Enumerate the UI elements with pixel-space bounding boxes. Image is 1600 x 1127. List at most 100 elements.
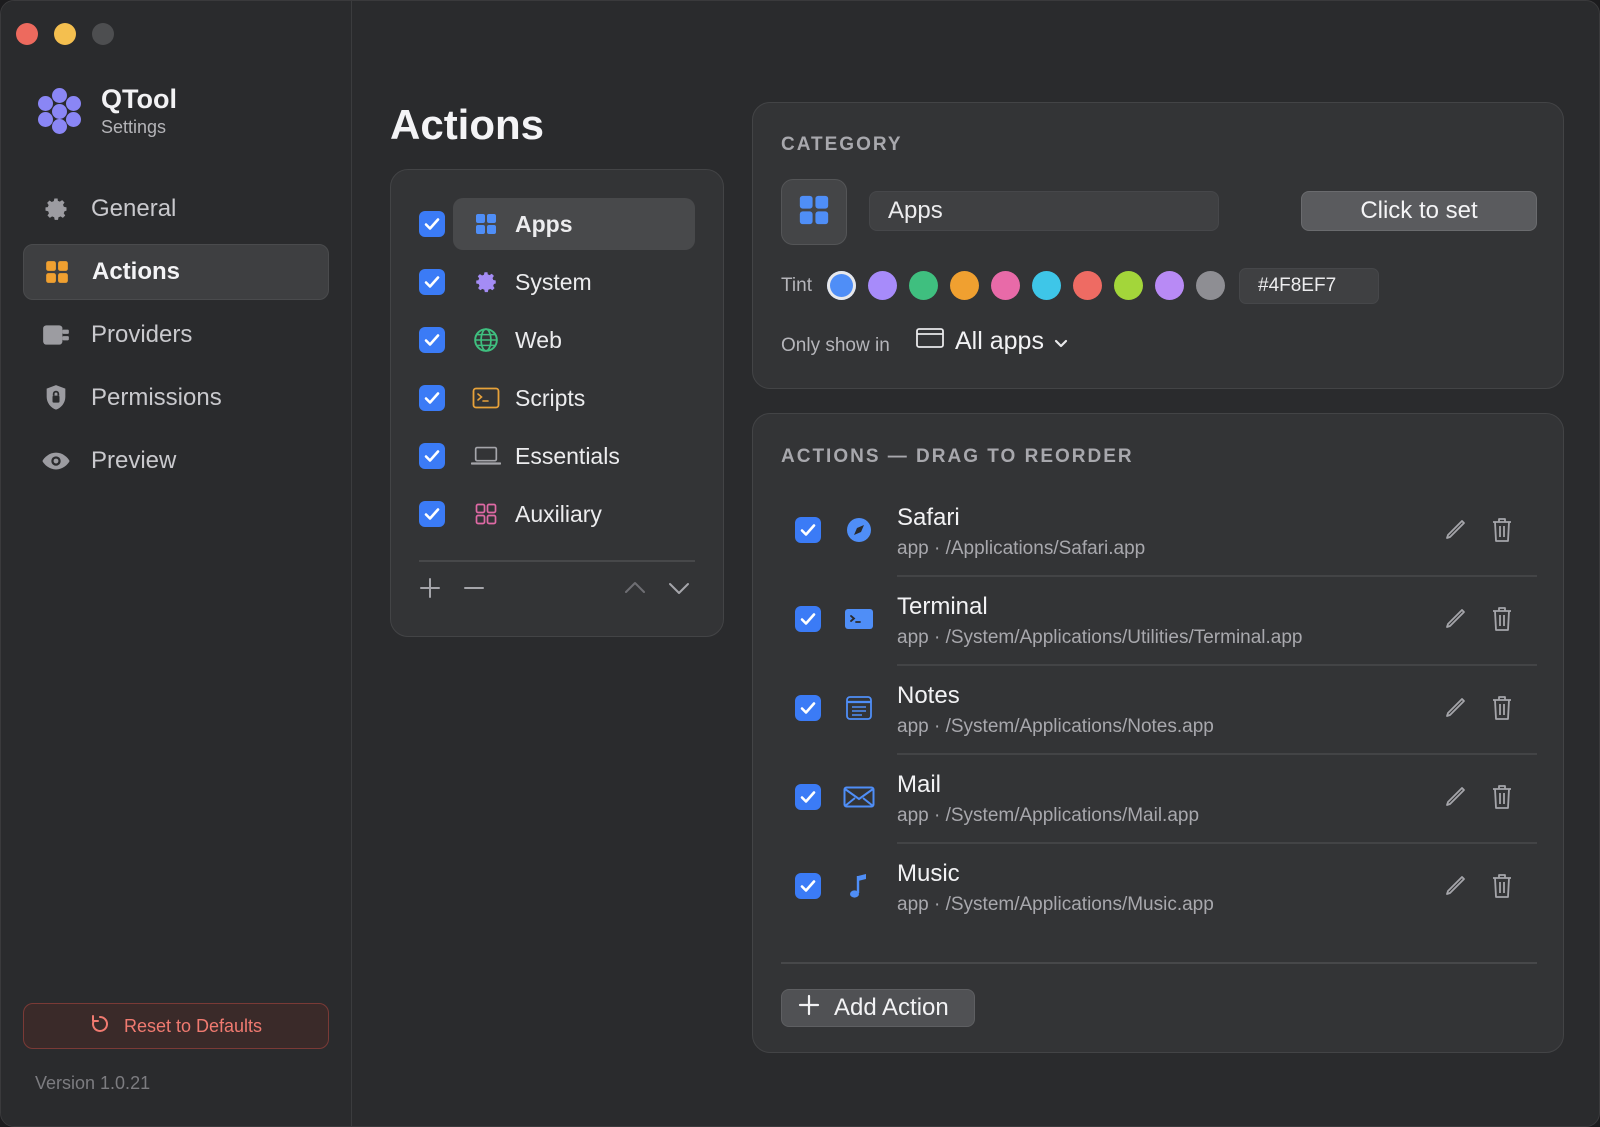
grid-icon xyxy=(471,209,501,239)
action-name: Music xyxy=(897,860,960,887)
action-row-safari[interactable]: Safari app · /Applications/Safari.app xyxy=(781,488,1537,577)
tint-swatch-cyan[interactable] xyxy=(1032,271,1061,300)
move-down-button[interactable] xyxy=(667,574,691,606)
action-row-terminal[interactable]: Terminal app · /System/Applications/Util… xyxy=(781,577,1537,666)
sidebar-item-permissions[interactable]: Permissions xyxy=(23,370,329,426)
pencil-icon[interactable] xyxy=(1443,516,1469,546)
sidebar-nav: General Actions Providers Permissions Pr… xyxy=(23,181,329,496)
only-show-dropdown[interactable]: All apps xyxy=(915,326,1068,357)
tint-swatch-pink[interactable] xyxy=(991,271,1020,300)
action-path: app · /System/Applications/Music.app xyxy=(897,894,1214,915)
sidebar-item-preview[interactable]: Preview xyxy=(23,433,329,489)
tint-swatch-red[interactable] xyxy=(1073,271,1102,300)
category-checkbox[interactable] xyxy=(419,501,445,527)
action-checkbox[interactable] xyxy=(795,695,821,721)
remove-category-button[interactable] xyxy=(463,574,485,606)
version-label: Version 1.0.21 xyxy=(35,1073,151,1093)
action-checkbox[interactable] xyxy=(795,517,821,543)
category-item-scripts[interactable]: Scripts xyxy=(419,372,701,424)
action-path: app · /System/Applications/Utilities/Ter… xyxy=(897,627,1303,648)
action-checkbox[interactable] xyxy=(795,606,821,632)
category-item-auxiliary[interactable]: Auxiliary xyxy=(419,488,701,540)
action-path: app · /System/Applications/Mail.app xyxy=(897,805,1200,826)
tint-swatch-gray[interactable] xyxy=(1196,271,1225,300)
trash-icon[interactable] xyxy=(1490,872,1516,902)
category-checkbox[interactable] xyxy=(419,211,445,237)
category-checkbox[interactable] xyxy=(419,385,445,411)
squares-icon xyxy=(471,499,501,529)
category-label: Scripts xyxy=(515,384,586,411)
minimize-window-button[interactable] xyxy=(54,23,76,45)
action-row-mail[interactable]: Mail app · /System/Applications/Mail.app xyxy=(781,755,1537,844)
tint-swatch-lavender[interactable] xyxy=(868,271,897,300)
window-controls xyxy=(16,23,114,45)
mail-icon xyxy=(843,781,875,813)
sidebar-item-general[interactable]: General xyxy=(23,181,329,237)
category-item-web[interactable]: Web xyxy=(419,314,701,366)
action-checkbox[interactable] xyxy=(795,873,821,899)
category-item-system[interactable]: System xyxy=(419,256,701,308)
settings-window: QTool Settings General Actions Providers… xyxy=(0,0,1600,1127)
category-checkbox[interactable] xyxy=(419,327,445,353)
action-row-notes[interactable]: Notes app · /System/Applications/Notes.a… xyxy=(781,666,1537,755)
reset-to-defaults-button[interactable]: Reset to Defaults xyxy=(23,1003,329,1049)
pencil-icon[interactable] xyxy=(1443,783,1469,813)
compass-icon xyxy=(843,514,875,546)
tint-swatch-purple[interactable] xyxy=(1155,271,1184,300)
sidebar-item-label: Preview xyxy=(91,447,177,474)
app-brand: QTool Settings xyxy=(37,84,177,138)
category-label: System xyxy=(515,268,592,295)
trash-icon[interactable] xyxy=(1490,783,1516,813)
terminal-icon xyxy=(471,383,501,413)
action-name: Safari xyxy=(897,504,960,531)
category-label: Essentials xyxy=(515,442,620,469)
grid-icon xyxy=(797,193,831,232)
app-logo-icon xyxy=(37,88,83,135)
action-checkbox[interactable] xyxy=(795,784,821,810)
plug-icon xyxy=(41,320,71,350)
only-show-label: Only show in xyxy=(781,335,890,356)
gear-icon xyxy=(471,267,501,297)
chevron-down-icon xyxy=(1054,327,1068,356)
category-checkbox[interactable] xyxy=(419,269,445,295)
category-header: CATEGORY xyxy=(781,134,903,155)
add-category-button[interactable] xyxy=(419,574,441,606)
eye-icon xyxy=(41,446,71,476)
close-window-button[interactable] xyxy=(16,23,38,45)
sidebar-item-label: General xyxy=(91,195,177,222)
category-label: Apps xyxy=(515,210,573,237)
add-action-button[interactable]: Add Action xyxy=(781,989,975,1027)
move-up-button[interactable] xyxy=(623,574,647,606)
pencil-icon[interactable] xyxy=(1443,872,1469,902)
category-icon-picker[interactable] xyxy=(781,179,847,245)
app-subtitle: Settings xyxy=(101,116,167,137)
tint-swatch-green[interactable] xyxy=(909,271,938,300)
trash-icon[interactable] xyxy=(1490,694,1516,724)
category-name-input[interactable]: Apps xyxy=(869,191,1219,231)
trash-icon[interactable] xyxy=(1490,605,1516,635)
category-checkbox[interactable] xyxy=(419,443,445,469)
tint-swatch-orange[interactable] xyxy=(950,271,979,300)
notes-icon xyxy=(843,692,875,724)
action-name: Mail xyxy=(897,771,942,798)
tint-swatch-lime[interactable] xyxy=(1114,271,1143,300)
action-path: app · /System/Applications/Notes.app xyxy=(897,716,1214,737)
grid-icon xyxy=(42,257,72,287)
pencil-icon[interactable] xyxy=(1443,694,1469,724)
category-label: Auxiliary xyxy=(515,500,602,527)
action-name: Terminal xyxy=(897,593,988,620)
divider xyxy=(419,560,695,562)
only-show-value: All apps xyxy=(955,327,1044,355)
sidebar-item-providers[interactable]: Providers xyxy=(23,307,329,363)
zoom-window-button[interactable] xyxy=(92,23,114,45)
action-row-music[interactable]: Music app · /System/Applications/Music.a… xyxy=(781,844,1537,933)
music-icon xyxy=(843,870,875,902)
category-item-essentials[interactable]: Essentials xyxy=(419,430,701,482)
tint-hex-input[interactable]: #4F8EF7 xyxy=(1239,268,1379,304)
tint-swatch-blue[interactable] xyxy=(827,271,856,300)
trash-icon[interactable] xyxy=(1490,516,1516,546)
pencil-icon[interactable] xyxy=(1443,605,1469,635)
category-item-apps[interactable]: Apps xyxy=(419,198,701,250)
sidebar-item-actions[interactable]: Actions xyxy=(23,244,329,300)
shortcut-set-button[interactable]: Click to set xyxy=(1301,191,1537,231)
